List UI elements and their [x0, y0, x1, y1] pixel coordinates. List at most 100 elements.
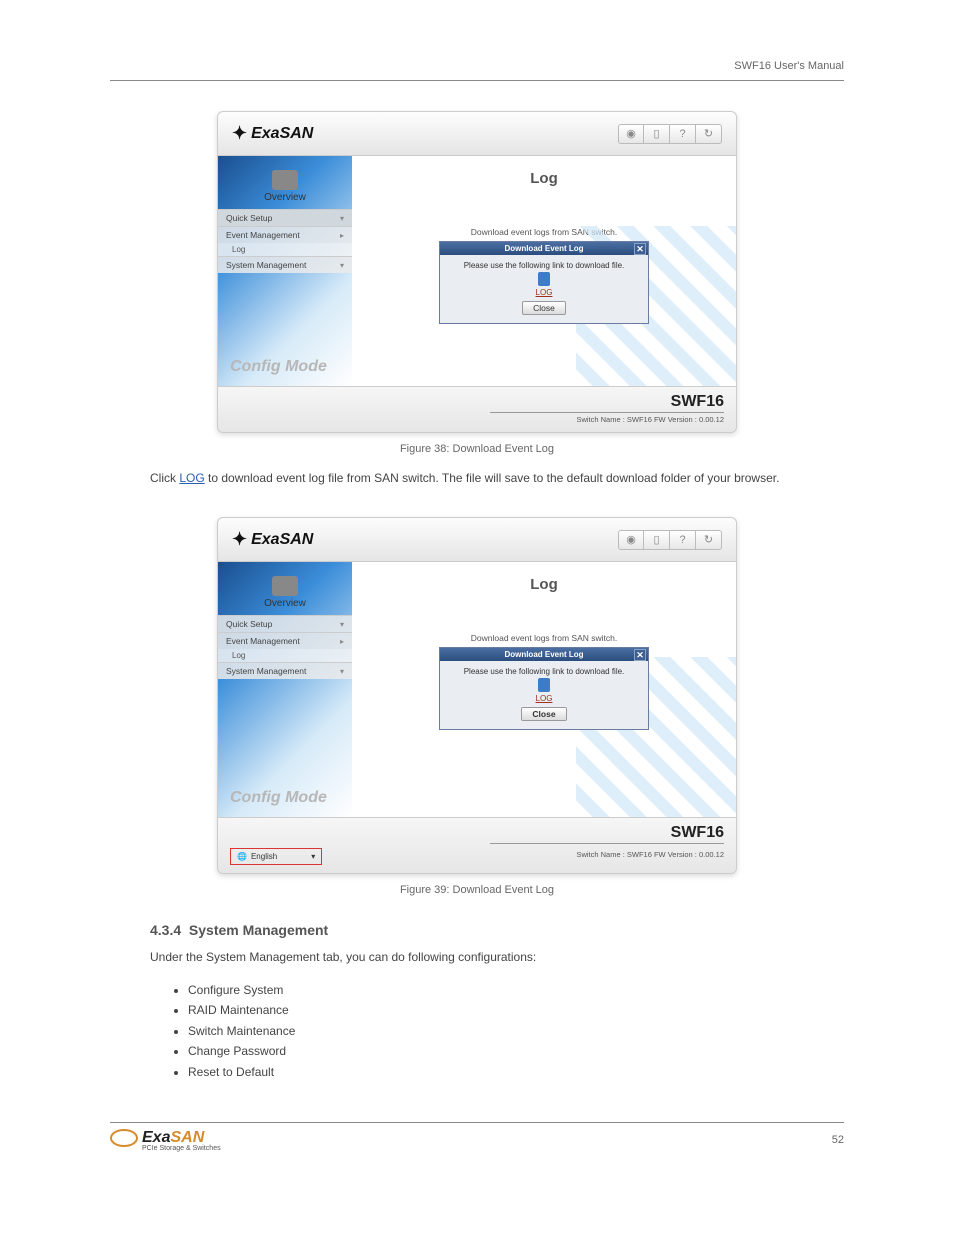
- bullet-item: Configure System: [188, 980, 784, 1000]
- overview-label: Overview: [218, 598, 352, 609]
- chevron-down-icon: ▾: [340, 667, 344, 676]
- footer-tagline: PCIe Storage & Switches: [142, 1145, 221, 1152]
- dialog-title: Download Event Log ✕: [440, 648, 648, 661]
- refresh-icon[interactable]: ↻: [696, 124, 722, 144]
- content-description: Download event logs from SAN switch.: [352, 633, 736, 643]
- brand-text: ExaSAN: [251, 125, 313, 143]
- app-topbar: ✦ ExaSAN ◉ ▯ ? ↻: [218, 518, 736, 562]
- chevron-down-icon: ▾: [311, 852, 315, 861]
- chevron-down-icon: ▾: [340, 261, 344, 270]
- nav-label: Quick Setup: [226, 619, 272, 629]
- content-area: Log Download event logs from SAN switch.…: [352, 156, 736, 386]
- app-screenshot-1: ✦ ExaSAN ◉ ▯ ? ↻ Overview Quick Setup ▾: [217, 111, 737, 433]
- language-label: English: [251, 852, 277, 861]
- help-icon[interactable]: ?: [670, 530, 696, 550]
- dialog-title-text: Download Event Log: [504, 244, 583, 253]
- refresh-icon[interactable]: ↻: [696, 530, 722, 550]
- chevron-right-icon: ▸: [340, 637, 344, 646]
- logo-ring-icon: [110, 1129, 138, 1147]
- overview-icon: [272, 576, 298, 596]
- log-download-link[interactable]: LOG: [536, 694, 553, 703]
- bullet-item: Change Password: [188, 1041, 784, 1061]
- nav-label: System Management: [226, 666, 306, 676]
- chevron-down-icon: ▾: [340, 214, 344, 223]
- nav-quick-setup[interactable]: Quick Setup ▾: [218, 615, 352, 632]
- app-screenshot-2: ✦ ExaSAN ◉ ▯ ? ↻ Overview Quick Setup ▾: [217, 517, 737, 874]
- model-name: SWF16: [490, 824, 724, 844]
- app-topbar: ✦ ExaSAN ◉ ▯ ? ↻: [218, 112, 736, 156]
- logo-text-1: Exa: [142, 1129, 170, 1146]
- app-footer: SWF16 🌐 English ▾ Switch Name : SWF16 FW…: [218, 817, 736, 873]
- brand-icon: ✦: [232, 123, 247, 144]
- nav-label: Quick Setup: [226, 213, 272, 223]
- logo-text-2: SAN: [170, 1129, 204, 1146]
- overview-block[interactable]: Overview: [218, 166, 352, 209]
- nav-label: Event Management: [226, 636, 300, 646]
- brand-icon: ✦: [232, 529, 247, 550]
- page-title: Log: [352, 562, 736, 599]
- close-button[interactable]: Close: [522, 301, 566, 315]
- nav-event-management[interactable]: Event Management ▸: [218, 226, 352, 243]
- footer-rule: [110, 1122, 844, 1123]
- nav-event-management[interactable]: Event Management ▸: [218, 632, 352, 649]
- chevron-down-icon: ▾: [340, 620, 344, 629]
- brand-logo: ✦ ExaSAN: [232, 123, 313, 144]
- dialog-title-text: Download Event Log: [504, 650, 583, 659]
- page-footer: ExaSAN PCIe Storage & Switches 52: [110, 1129, 844, 1152]
- file-icon: [538, 678, 550, 692]
- section-heading: 4.3.4 System Management: [150, 922, 804, 938]
- section-title: System Management: [189, 922, 328, 938]
- close-icon[interactable]: ✕: [634, 243, 646, 255]
- figure-caption-39: Figure 39: Download Event Log: [60, 884, 894, 896]
- page-number: 52: [832, 1134, 844, 1146]
- help-icon[interactable]: ?: [670, 124, 696, 144]
- text-fragment: to download event log file from SAN swit…: [205, 471, 780, 485]
- switch-status: Switch Name : SWF16 FW Version : 0.00.12: [576, 850, 724, 859]
- close-button[interactable]: Close: [521, 707, 566, 721]
- switch-status: Switch Name : SWF16 FW Version : 0.00.12: [230, 415, 724, 424]
- dialog-title: Download Event Log ✕: [440, 242, 648, 255]
- bullet-item: RAID Maintenance: [188, 1000, 784, 1020]
- brand-logo: ✦ ExaSAN: [232, 529, 313, 550]
- brand-text: ExaSAN: [251, 531, 313, 549]
- globe-icon: 🌐: [237, 852, 247, 861]
- section-intro: Under the System Management tab, you can…: [150, 948, 804, 966]
- tower-icon[interactable]: ▯: [644, 124, 670, 144]
- nav-system-management[interactable]: System Management ▾: [218, 662, 352, 679]
- overview-label: Overview: [218, 192, 352, 203]
- nav-log[interactable]: Log: [218, 649, 352, 662]
- dialog-body: Please use the following link to downloa…: [440, 661, 648, 729]
- close-icon[interactable]: ✕: [634, 649, 646, 661]
- toolbar-icons: ◉ ▯ ? ↻: [618, 530, 722, 550]
- feature-bullets: Configure System RAID Maintenance Switch…: [170, 980, 784, 1082]
- file-icon: [538, 272, 550, 286]
- eye-icon[interactable]: ◉: [618, 124, 644, 144]
- log-link-inline[interactable]: LOG: [179, 471, 204, 485]
- nav-label: System Management: [226, 260, 306, 270]
- overview-block[interactable]: Overview: [218, 572, 352, 615]
- page-title: Log: [352, 156, 736, 193]
- bullet-item: Switch Maintenance: [188, 1021, 784, 1041]
- nav-system-management[interactable]: System Management ▾: [218, 256, 352, 273]
- app-footer: SWF16 Switch Name : SWF16 FW Version : 0…: [218, 386, 736, 432]
- model-name: SWF16: [490, 393, 724, 413]
- overview-icon: [272, 170, 298, 190]
- nav-log[interactable]: Log: [218, 243, 352, 256]
- bullet-item: Reset to Default: [188, 1062, 784, 1082]
- nav-label: Event Management: [226, 230, 300, 240]
- dialog-message: Please use the following link to downloa…: [450, 667, 638, 676]
- download-dialog: Download Event Log ✕ Please use the foll…: [439, 647, 649, 730]
- dialog-message: Please use the following link to downloa…: [450, 261, 638, 270]
- header-doc-title: SWF16 User's Manual: [734, 60, 844, 72]
- config-mode-label: Config Mode: [230, 789, 327, 807]
- log-download-link[interactable]: LOG: [536, 288, 553, 297]
- nav-quick-setup[interactable]: Quick Setup ▾: [218, 209, 352, 226]
- tower-icon[interactable]: ▯: [644, 530, 670, 550]
- text-fragment: Click: [150, 471, 179, 485]
- section-number: 4.3.4: [150, 922, 181, 938]
- language-selector[interactable]: 🌐 English ▾: [230, 848, 322, 865]
- chevron-right-icon: ▸: [340, 231, 344, 240]
- toolbar-icons: ◉ ▯ ? ↻: [618, 124, 722, 144]
- content-area: Log Download event logs from SAN switch.…: [352, 562, 736, 817]
- eye-icon[interactable]: ◉: [618, 530, 644, 550]
